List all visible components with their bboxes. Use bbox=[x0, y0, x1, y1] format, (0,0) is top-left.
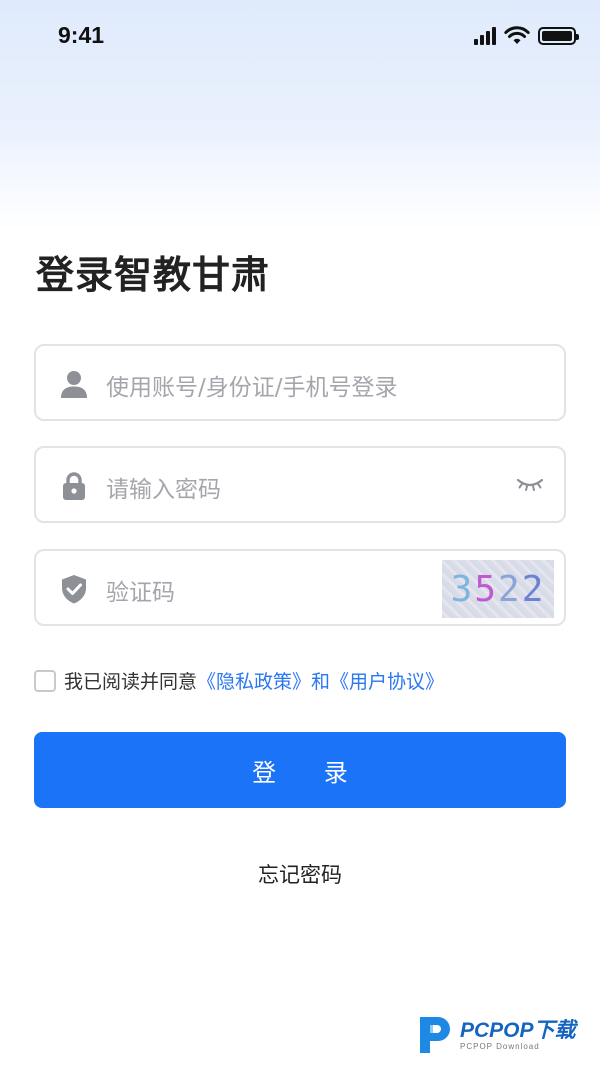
lock-icon bbox=[63, 472, 85, 500]
status-bar: 9:41 bbox=[0, 0, 600, 76]
captcha-field[interactable]: 验证码 3522 bbox=[34, 549, 566, 626]
pcpop-logo-icon bbox=[420, 1017, 450, 1053]
user-agreement-link[interactable]: 《用户协议》 bbox=[330, 667, 444, 694]
battery-icon bbox=[538, 27, 579, 45]
status-time: 9:41 bbox=[58, 22, 105, 48]
captcha-placeholder: 验证码 bbox=[106, 580, 175, 606]
signal-icon bbox=[474, 27, 496, 45]
password-placeholder: 请输入密码 bbox=[106, 477, 221, 503]
login-button[interactable]: 登 录 bbox=[34, 732, 566, 808]
password-field[interactable]: 请输入密码 bbox=[34, 446, 566, 523]
agreement-row: 我已阅读并同意 《隐私政策》 和 《用户协议》 bbox=[34, 667, 444, 694]
account-field[interactable]: 使用账号/身份证/手机号登录 bbox=[34, 344, 566, 421]
agreement-prefix: 我已阅读并同意 bbox=[64, 671, 198, 693]
account-placeholder: 使用账号/身份证/手机号登录 bbox=[106, 375, 398, 401]
forgot-password-link[interactable]: 忘记密码 bbox=[0, 859, 600, 889]
user-icon bbox=[61, 371, 87, 398]
captcha-image[interactable]: 3522 bbox=[442, 560, 554, 618]
privacy-policy-link[interactable]: 《隐私政策》 bbox=[197, 667, 311, 694]
watermark: PCPOP下载 PCPOP Download bbox=[416, 1013, 576, 1057]
wifi-icon bbox=[504, 26, 530, 44]
shield-check-icon bbox=[62, 575, 86, 604]
agreement-checkbox[interactable] bbox=[34, 669, 56, 692]
status-icons bbox=[474, 26, 579, 46]
agreement-conjunction: 和 bbox=[311, 671, 331, 693]
watermark-sub: PCPOP Download bbox=[460, 1041, 540, 1051]
page-title: 登录智教甘肃 bbox=[36, 253, 271, 297]
watermark-brand: PCPOP下载 bbox=[460, 1018, 576, 1042]
eye-closed-icon[interactable] bbox=[516, 474, 544, 494]
